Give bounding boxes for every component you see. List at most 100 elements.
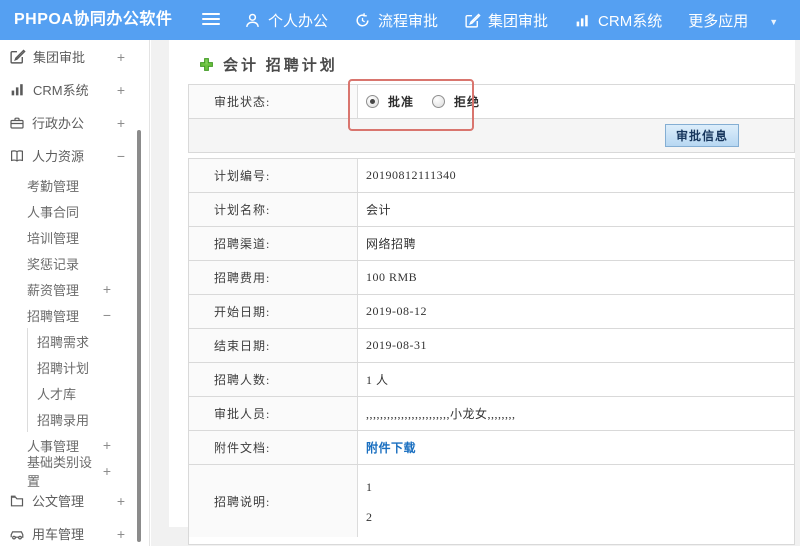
user-icon xyxy=(244,12,261,29)
approval-options: 批准 拒绝 xyxy=(358,85,794,118)
edit-square-icon xyxy=(464,12,481,29)
sidebar-item-label: 行政办公 xyxy=(32,116,85,131)
field-value: 会计 xyxy=(366,203,392,217)
car-icon xyxy=(9,526,25,542)
approval-table: 审批状态: 批准 拒绝 审批信息 xyxy=(188,84,795,153)
expand-toggle-icon[interactable]: − xyxy=(117,148,149,164)
field-value: 1 2 xyxy=(366,480,373,524)
sidebar-item-base-category[interactable]: 基础类别设置 + xyxy=(0,455,149,489)
field-value-cell: 附件下载 xyxy=(358,431,794,464)
field-row-recruit-channel: 招聘渠道: 网络招聘 xyxy=(189,226,794,260)
nav-item-label: CRM系统 xyxy=(598,12,663,30)
sidebar-item-admin-office[interactable]: 行政办公 + xyxy=(0,106,149,139)
sidebar-item-attendance-mgmt[interactable]: 考勤管理 xyxy=(0,172,149,198)
field-row-attachment-doc: 附件文档: 附件下载 xyxy=(189,430,794,464)
expand-toggle-icon[interactable]: + xyxy=(117,493,149,509)
radio-label: 拒绝 xyxy=(454,95,481,109)
sidebar-item-talent-pool[interactable]: 人才库 xyxy=(27,380,149,406)
nav-item-process-approval[interactable]: 流程审批 xyxy=(354,10,438,31)
field-label: 计划编号: xyxy=(189,159,358,192)
sidebar-item-salary-mgmt[interactable]: 薪资管理 + xyxy=(0,276,149,302)
field-value-cell: 20190812111340 xyxy=(358,159,794,192)
expand-toggle-icon[interactable]: + xyxy=(117,82,149,98)
caret-down-icon: ▼ xyxy=(769,16,779,27)
document-icon xyxy=(9,493,25,509)
sidebar-item-label: 考勤管理 xyxy=(27,178,80,194)
sidebar-item-label: 招聘管理 xyxy=(27,308,80,324)
expand-toggle-icon[interactable]: − xyxy=(103,307,149,323)
expand-toggle-icon[interactable]: + xyxy=(117,115,149,131)
radio-icon[interactable] xyxy=(366,95,379,108)
approve-radio-option[interactable]: 批准 xyxy=(366,93,414,110)
sidebar-item-label: 培训管理 xyxy=(27,230,80,246)
bar-chart-icon xyxy=(574,12,591,29)
reject-radio-option[interactable]: 拒绝 xyxy=(432,93,480,110)
radio-label: 批准 xyxy=(388,95,415,109)
sidebar-item-recruit-plan[interactable]: 招聘计划 xyxy=(27,354,149,380)
expand-toggle-icon[interactable]: + xyxy=(117,526,149,542)
field-row-approvers: 审批人员: ,,,,,,,,,,,,,,,,,,,,,,,,小龙女,,,,,,,, xyxy=(189,396,794,430)
sidebar-item-label: 招聘计划 xyxy=(37,360,90,376)
sidebar-item-label: 招聘录用 xyxy=(37,412,90,428)
field-label: 审批人员: xyxy=(189,397,358,430)
radio-icon[interactable] xyxy=(432,95,446,108)
approval-info-button[interactable]: 审批信息 xyxy=(664,124,739,147)
attachment-download-link[interactable]: 附件下载 xyxy=(366,439,416,456)
top-menu: 个人办公 流程审批 集团审批 CRM系统 更多应用 ▼ xyxy=(244,0,778,40)
nav-item-group-approval[interactable]: 集团审批 xyxy=(464,10,548,31)
sidebar-item-label: 招聘需求 xyxy=(37,334,90,350)
field-label: 审批状态: xyxy=(189,85,358,118)
field-value: 100 RMB xyxy=(366,270,418,284)
sidebar: 集团审批 + CRM系统 + 行政办公 + 人力资源 − 考勤管理 人事合同 培训管理 奖惩记录 薪资管… xyxy=(0,40,150,546)
field-row-end-date: 结束日期: 2019-08-31 xyxy=(189,328,794,362)
field-row-start-date: 开始日期: 2019-08-12 xyxy=(189,294,794,328)
field-value-cell: ,,,,,,,,,,,,,,,,,,,,,,,,小龙女,,,,,,,, xyxy=(358,397,794,430)
book-icon xyxy=(9,148,25,164)
nav-item-crm-system[interactable]: CRM系统 xyxy=(574,10,662,31)
sidebar-item-recruit-demand[interactable]: 招聘需求 xyxy=(27,328,149,354)
detail-table: 计划编号: 20190812111340 计划名称: 会计 招聘渠道: 网络招聘 招聘费用:… xyxy=(188,158,795,545)
expand-toggle-icon[interactable]: + xyxy=(103,463,149,479)
sidebar-item-vehicle-mgmt[interactable]: 用车管理 + xyxy=(0,517,149,546)
sidebar-item-label: 薪资管理 xyxy=(27,282,80,298)
field-label: 招聘说明: xyxy=(189,465,358,537)
sidebar-item-reward-punish[interactable]: 奖惩记录 xyxy=(0,250,149,276)
expand-toggle-icon[interactable]: + xyxy=(103,281,149,297)
sidebar-item-human-resources[interactable]: 人力资源 − xyxy=(0,139,149,172)
nav-item-more-apps[interactable]: 更多应用 ▼ xyxy=(688,10,778,31)
sidebar-item-label: 奖惩记录 xyxy=(27,256,80,272)
sidebar-item-label: 集团审批 xyxy=(33,50,86,65)
sidebar-item-label: 用车管理 xyxy=(32,527,85,542)
edit-square-icon xyxy=(9,48,26,65)
briefcase-icon xyxy=(9,115,25,131)
page-title-text: 会计 招聘计划 xyxy=(223,58,338,74)
field-value-cell: 2019-08-12 xyxy=(358,295,794,328)
expand-toggle-icon[interactable]: + xyxy=(103,437,149,453)
field-value: 2019-08-12 xyxy=(366,304,427,318)
field-label: 结束日期: xyxy=(189,329,358,362)
menu-toggle-icon[interactable] xyxy=(202,13,220,27)
field-row-plan-number: 计划编号: 20190812111340 xyxy=(189,159,794,192)
sidebar-scrollbar[interactable] xyxy=(137,130,141,542)
sidebar-item-training-mgmt[interactable]: 培训管理 xyxy=(0,224,149,250)
field-label: 招聘渠道: xyxy=(189,227,358,260)
nav-item-personal-office[interactable]: 个人办公 xyxy=(244,10,328,31)
sidebar-item-group-approval[interactable]: 集团审批 + xyxy=(0,40,149,73)
field-label: 附件文档: xyxy=(189,431,358,464)
expand-toggle-icon[interactable]: + xyxy=(117,49,149,65)
sidebar-item-recruit-hire[interactable]: 招聘录用 xyxy=(27,406,149,432)
main-area: 会计 招聘计划 审批状态: 批准 拒绝 审批信息 计划编号: 201908121… xyxy=(151,40,800,546)
nav-item-label: 流程审批 xyxy=(378,12,439,30)
process-icon xyxy=(354,12,371,29)
sidebar-item-hr-contract[interactable]: 人事合同 xyxy=(0,198,149,224)
field-row-recruit-cost: 招聘费用: 100 RMB xyxy=(189,260,794,294)
green-plus-icon xyxy=(199,57,214,72)
field-value-cell: 2019-08-31 xyxy=(358,329,794,362)
field-value-cell: 1 2 xyxy=(358,465,794,544)
sidebar-item-crm-system[interactable]: CRM系统 + xyxy=(0,73,149,106)
nav-item-label: 集团审批 xyxy=(488,12,549,30)
field-value: 网络招聘 xyxy=(366,237,417,251)
page-title: 会计 招聘计划 xyxy=(199,54,338,75)
sidebar-item-recruit-mgmt[interactable]: 招聘管理 − xyxy=(0,302,149,328)
field-value: 20190812111340 xyxy=(366,168,457,182)
